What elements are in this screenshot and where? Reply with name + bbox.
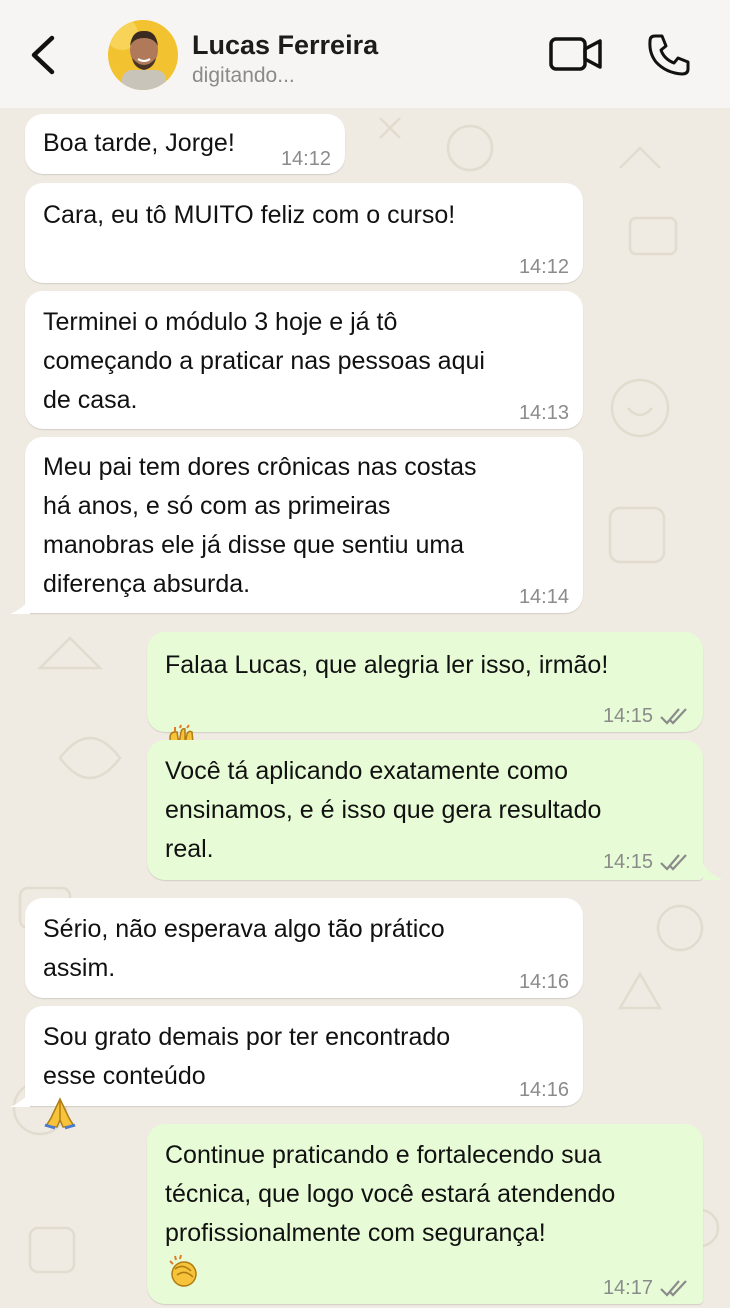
read-receipt-icon <box>660 854 687 871</box>
message-timestamp: 14:15 <box>602 705 653 727</box>
avatar[interactable] <box>108 20 178 90</box>
chat-area[interactable]: Boa tarde, Jorge! 14:12 Cara, eu tô MUIT… <box>0 108 730 1308</box>
message-timestamp: 14:15 <box>602 851 653 873</box>
message-bubble-incoming[interactable]: Terminei o módulo 3 hoje e já tô começan… <box>25 291 583 429</box>
message-bubble-outgoing[interactable]: Continue praticando e fortalecendo sua t… <box>147 1124 703 1304</box>
message-bubble-incoming[interactable]: Sou grato demais por ter encontrado esse… <box>25 1006 583 1130</box>
bubble-tail <box>703 864 723 880</box>
message-timestamp: 14:12 <box>280 148 331 170</box>
message-bubble-incoming[interactable]: Boa tarde, Jorge! 14:12 <box>25 114 345 174</box>
message-timestamp: 14:14 <box>518 586 569 608</box>
message-text: Terminei o módulo 3 hoje e já tô começan… <box>43 308 485 414</box>
phone-call-icon[interactable] <box>646 32 692 78</box>
message-timestamp: 14:16 <box>518 1079 569 1101</box>
bubble-tail <box>10 598 30 614</box>
message-bubble-incoming[interactable]: Meu pai tem dores crônicas nas costas há… <box>25 437 583 613</box>
folded-hands-emoji-icon <box>44 1097 76 1130</box>
message-text: Meu pai tem dores crônicas nas costas há… <box>43 453 477 598</box>
message-bubble-outgoing[interactable]: Falaa Lucas, que alegria ler isso, irmão… <box>147 632 703 755</box>
message-bubble-incoming[interactable]: Cara, eu tô MUITO feliz com o curso! 14:… <box>25 183 583 283</box>
message-bubble-incoming[interactable]: Sério, não esperava algo tão prático ass… <box>25 898 583 998</box>
back-arrow-icon[interactable] <box>26 30 66 80</box>
chat-header: Lucas Ferreira digitando... <box>0 0 730 108</box>
message-bubble-outgoing[interactable]: Você tá aplicando exatamente como ensina… <box>147 740 703 880</box>
bubble-tail <box>10 1091 30 1107</box>
message-timestamp: 14:17 <box>602 1277 653 1299</box>
contact-name[interactable]: Lucas Ferreira <box>192 30 378 61</box>
message-timestamp: 14:13 <box>518 402 569 424</box>
typing-status: digitando... <box>192 64 295 87</box>
message-text: Sou grato demais por ter encontrado esse… <box>43 1018 565 1136</box>
message-timestamp: 14:16 <box>518 971 569 993</box>
message-timestamp: 14:12 <box>518 256 569 278</box>
video-call-icon[interactable] <box>548 34 604 74</box>
clapping-hands-emoji-icon <box>169 1254 197 1287</box>
message-text: Continue praticando e fortalecendo sua t… <box>165 1136 685 1295</box>
message-text: Cara, eu tô MUITO feliz com o curso! <box>43 201 456 229</box>
message-text: Sério, não esperava algo tão prático ass… <box>43 915 445 982</box>
read-receipt-icon <box>660 708 687 725</box>
read-receipt-icon <box>660 1280 687 1297</box>
